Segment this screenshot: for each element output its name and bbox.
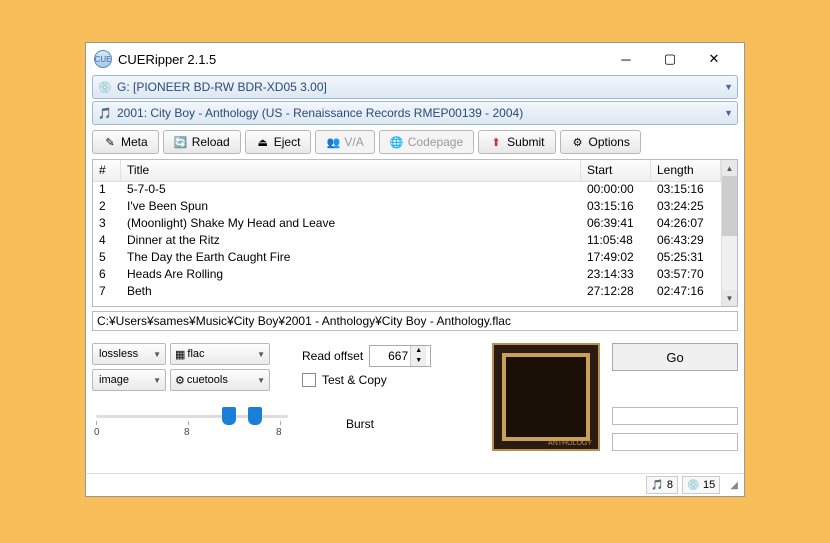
app-window: CUE CUERipper 2.1.5 ─ ▢ ✕ 💿 G: [PIONEER … xyxy=(85,42,745,497)
minimize-button[interactable]: ─ xyxy=(604,45,648,73)
track-list: # Title Start Length 15-7-0-500:00:0003:… xyxy=(92,159,738,307)
col-length[interactable]: Length xyxy=(651,160,721,181)
chevron-down-icon: ▼ xyxy=(724,82,733,92)
track-row[interactable]: 2I've Been Spun03:15:1603:24:25 xyxy=(93,199,721,216)
chevron-down-icon: ▼ xyxy=(153,376,161,385)
track-list-header: # Title Start Length xyxy=(93,160,721,182)
submit-button[interactable]: ⬆Submit xyxy=(478,130,555,154)
maximize-button[interactable]: ▢ xyxy=(648,45,692,73)
read-offset-label: Read offset xyxy=(302,349,363,363)
upload-icon: ⬆ xyxy=(489,135,503,149)
disc-icon: 💿 xyxy=(97,79,113,95)
go-button[interactable]: Go xyxy=(612,343,738,371)
close-button[interactable]: ✕ xyxy=(692,45,736,73)
chevron-down-icon: ▼ xyxy=(724,108,733,118)
test-copy-label: Test & Copy xyxy=(322,373,387,387)
chevron-down-icon: ▼ xyxy=(153,350,161,359)
output-path-input[interactable]: C:¥Users¥sames¥Music¥City Boy¥2001 - Ant… xyxy=(92,311,738,331)
flac-icon: ▦ xyxy=(175,348,185,361)
image-mode-selector[interactable]: image▼ xyxy=(92,369,166,391)
album-art[interactable] xyxy=(492,343,600,451)
toolbar: ✎Meta 🔄Reload ⏏Eject 👥V/A 🌐Codepage ⬆Sub… xyxy=(92,127,738,157)
slider-thumb-2[interactable] xyxy=(248,407,262,425)
col-title[interactable]: Title xyxy=(121,160,581,181)
writer-selector[interactable]: ⚙cuetools▼ xyxy=(170,369,270,391)
window-title: CUERipper 2.1.5 xyxy=(118,52,604,67)
app-icon: CUE xyxy=(94,50,112,68)
progress-bar-1 xyxy=(612,407,738,425)
eject-icon: ⏏ xyxy=(256,135,270,149)
scroll-down-button[interactable]: ▼ xyxy=(722,290,737,306)
spin-up[interactable]: ▲ xyxy=(411,346,426,356)
music-db-icon: 🎵 xyxy=(651,479,664,492)
people-icon: 👥 xyxy=(326,135,340,149)
progress-bar-2 xyxy=(612,433,738,451)
pencil-icon: ✎ xyxy=(103,135,117,149)
track-row[interactable]: 4Dinner at the Ritz11:05:4806:43:29 xyxy=(93,233,721,250)
gear-icon: ⚙ xyxy=(175,374,185,387)
read-offset-spinner[interactable]: ▲▼ xyxy=(369,345,431,367)
slider-thumb[interactable] xyxy=(222,407,236,425)
drive-selector[interactable]: 💿 G: [PIONEER BD-RW BDR-XD05 3.00] ▼ xyxy=(92,75,738,99)
col-num[interactable]: # xyxy=(93,160,121,181)
track-row[interactable]: 15-7-0-500:00:0003:15:16 xyxy=(93,182,721,199)
codec-selector[interactable]: ▦flac▼ xyxy=(170,343,270,365)
spin-down[interactable]: ▼ xyxy=(411,356,426,366)
scroll-thumb[interactable] xyxy=(722,176,737,236)
compression-slider[interactable]: 0 8 8 xyxy=(92,401,292,445)
track-row[interactable]: 5The Day the Earth Caught Fire17:49:0205… xyxy=(93,250,721,267)
album-selector[interactable]: 🎵 2001: City Boy - Anthology (US - Renai… xyxy=(92,101,738,125)
status-db1[interactable]: 🎵8 xyxy=(646,476,678,494)
reload-icon: 🔄 xyxy=(174,135,188,149)
scroll-up-button[interactable]: ▲ xyxy=(722,160,737,176)
codepage-button[interactable]: 🌐Codepage xyxy=(379,130,474,154)
reload-button[interactable]: 🔄Reload xyxy=(163,130,241,154)
titlebar: CUE CUERipper 2.1.5 ─ ▢ ✕ xyxy=(86,43,744,75)
drive-text: G: [PIONEER BD-RW BDR-XD05 3.00] xyxy=(117,80,724,94)
disc-db-icon: 💿 xyxy=(687,479,700,492)
status-db2[interactable]: 💿15 xyxy=(682,476,720,494)
meta-button[interactable]: ✎Meta xyxy=(92,130,159,154)
burst-label: Burst xyxy=(346,417,482,431)
scrollbar[interactable]: ▲ ▼ xyxy=(721,160,737,306)
music-icon: 🎵 xyxy=(97,105,113,121)
globe-icon: 🌐 xyxy=(390,135,404,149)
eject-button[interactable]: ⏏Eject xyxy=(245,130,312,154)
read-offset-input[interactable] xyxy=(370,349,410,363)
chevron-down-icon: ▼ xyxy=(257,350,265,359)
options-button[interactable]: ⚙Options xyxy=(560,130,641,154)
chevron-down-icon: ▼ xyxy=(257,376,265,385)
gear-icon: ⚙ xyxy=(571,135,585,149)
col-start[interactable]: Start xyxy=(581,160,651,181)
test-copy-checkbox[interactable] xyxy=(302,373,316,387)
va-button[interactable]: 👥V/A xyxy=(315,130,374,154)
track-row[interactable]: 7Beth27:12:2802:47:16 xyxy=(93,284,721,301)
track-row[interactable]: 6Heads Are Rolling23:14:3303:57:70 xyxy=(93,267,721,284)
mode-selector[interactable]: lossless▼ xyxy=(92,343,166,365)
resize-grip[interactable]: ◢ xyxy=(730,480,738,491)
track-row[interactable]: 3(Moonlight) Shake My Head and Leave06:3… xyxy=(93,216,721,233)
statusbar: 🎵8 💿15 ◢ xyxy=(86,473,744,496)
album-text: 2001: City Boy - Anthology (US - Renaiss… xyxy=(117,106,724,120)
